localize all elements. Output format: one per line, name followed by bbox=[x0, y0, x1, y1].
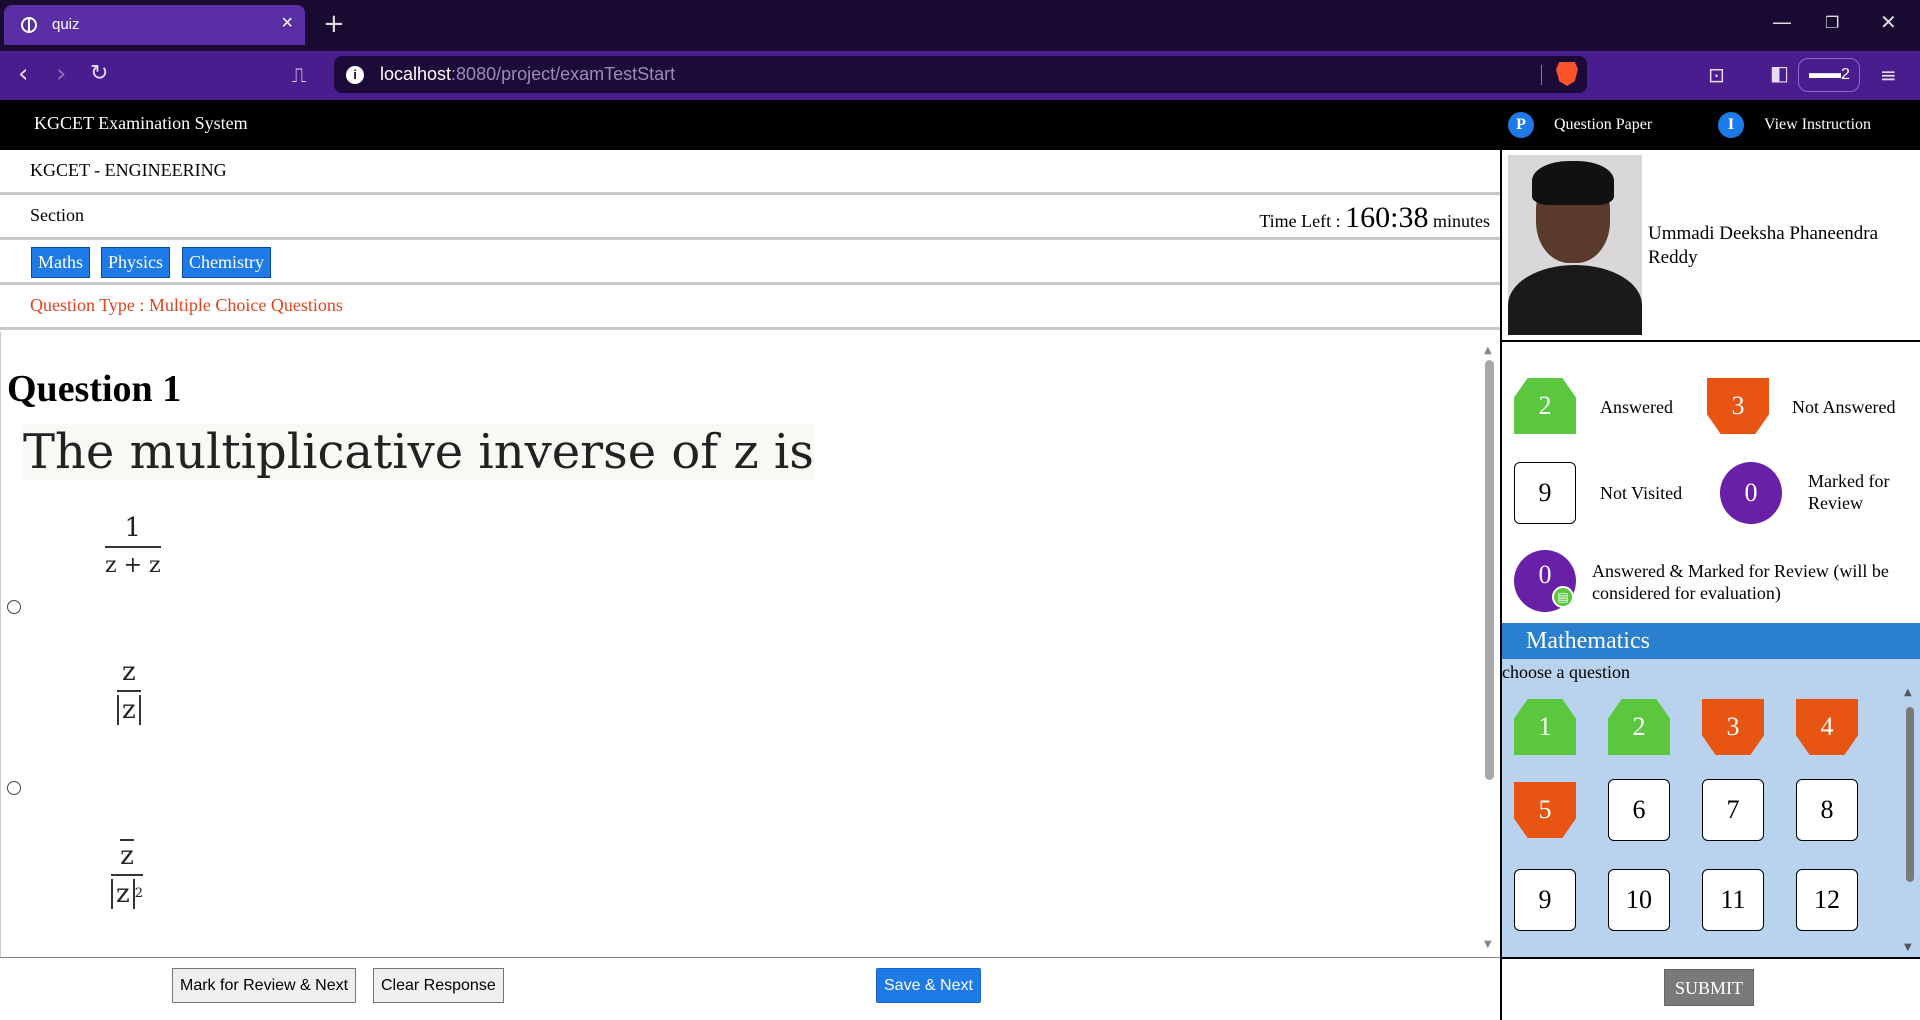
screenshot-icon[interactable]: ⊡ bbox=[1708, 63, 1725, 87]
exam-name: KGCET - ENGINEERING bbox=[30, 160, 227, 180]
mark-review-next-button[interactable]: Mark for Review & Next bbox=[172, 968, 357, 1003]
app-title: KGCET Examination System bbox=[34, 113, 248, 133]
answered-marked-legend-icon: 0 ▤ bbox=[1514, 550, 1576, 612]
palette-question-9[interactable]: 9 bbox=[1514, 869, 1576, 931]
candidate-name: Ummadi Deeksha Phaneendra Reddy bbox=[1648, 223, 1879, 268]
palette-question-5[interactable]: 5 bbox=[1514, 782, 1576, 838]
choose-question-label: choose a question bbox=[1502, 662, 1630, 682]
question-paper-icon: P bbox=[1508, 112, 1534, 138]
globe-icon bbox=[21, 17, 37, 33]
status-panel: Ummadi Deeksha Phaneendra Reddy 2 Answer… bbox=[1500, 150, 1920, 1020]
palette-question-10[interactable]: 10 bbox=[1608, 869, 1670, 931]
bookmark-icon[interactable]: ⎍ bbox=[292, 63, 306, 87]
brave-shield-icon[interactable] bbox=[1556, 62, 1578, 86]
time-left-value: 160:38 bbox=[1345, 201, 1429, 234]
answered-check-icon: ▤ bbox=[1552, 586, 1574, 608]
palette-subject: Mathematics bbox=[1502, 623, 1920, 659]
close-window-icon[interactable]: ✕ bbox=[1880, 10, 1897, 34]
close-tab-icon[interactable]: × bbox=[281, 12, 293, 35]
forward-icon[interactable]: › bbox=[56, 59, 66, 89]
section-label: Section bbox=[30, 205, 84, 225]
option-2-fraction: z z bbox=[117, 656, 141, 726]
question-title: Question 1 bbox=[7, 368, 182, 410]
status-legend: 2 Answered 3 Not Answered 9 Not Visited … bbox=[1502, 340, 1920, 623]
question-text: The multiplicative inverse of z is bbox=[23, 424, 814, 480]
tab-maths[interactable]: Maths bbox=[30, 246, 91, 279]
option-3-fraction: z z2 bbox=[111, 839, 143, 910]
glasses-icon: ▬▬ bbox=[1809, 65, 1841, 82]
url-divider bbox=[1541, 65, 1542, 85]
answered-legend-icon: 2 bbox=[1514, 378, 1576, 434]
answered-legend-label: Answered bbox=[1600, 397, 1673, 417]
answered-marked-legend-label: Answered & Marked for Review (will be co… bbox=[1592, 561, 1889, 603]
option-1-radio[interactable] bbox=[7, 600, 21, 614]
not-visited-legend-label: Not Visited bbox=[1600, 483, 1683, 503]
marked-review-legend-icon: 0 bbox=[1720, 462, 1782, 524]
scroll-down-icon[interactable]: ▼ bbox=[1484, 939, 1492, 950]
site-info-icon[interactable]: i bbox=[346, 66, 364, 84]
palette-scroll-down-icon[interactable]: ▼ bbox=[1904, 942, 1912, 953]
marked-review-legend-label: Marked for Review bbox=[1808, 471, 1890, 513]
palette-scrollbar[interactable]: ▲ ▼ bbox=[1902, 687, 1918, 953]
app-header: KGCET Examination System P Question Pape… bbox=[0, 100, 1920, 150]
subject-tabs-row: Maths Physics Chemistry bbox=[0, 240, 1500, 285]
candidate-photo bbox=[1508, 155, 1642, 335]
time-left: Time Left : 160:38 minutes bbox=[1259, 201, 1490, 234]
palette-scroll-thumb[interactable] bbox=[1906, 707, 1914, 882]
url-text: localhost:8080/project/examTestStart bbox=[380, 64, 676, 84]
not-answered-legend-icon: 3 bbox=[1707, 378, 1769, 434]
instruction-icon: I bbox=[1718, 112, 1744, 138]
not-visited-legend-icon: 9 bbox=[1514, 462, 1576, 524]
palette-question-12[interactable]: 12 bbox=[1796, 869, 1858, 931]
palette-question-3[interactable]: 3 bbox=[1702, 699, 1764, 755]
vpn-count: 2 bbox=[1841, 66, 1850, 83]
option-2-radio[interactable] bbox=[7, 781, 21, 795]
option-1-fraction: 1 z + z bbox=[105, 513, 161, 578]
scroll-up-icon[interactable]: ▲ bbox=[1484, 345, 1492, 356]
question-type: Question Type : Multiple Choice Question… bbox=[30, 295, 343, 315]
exam-name-row: KGCET - ENGINEERING bbox=[0, 150, 1500, 195]
question-area: Question 1 The multiplicative inverse of… bbox=[0, 332, 1500, 957]
minimize-icon[interactable]: — bbox=[1772, 10, 1792, 34]
action-bar: Mark for Review & Next Clear Response Sa… bbox=[0, 957, 1500, 1020]
browser-nav-bar: ‹ › ↻ ⎍ i localhost:8080/project/examTes… bbox=[0, 51, 1920, 100]
palette-question-6[interactable]: 6 bbox=[1608, 779, 1670, 841]
question-palette: choose a question 1 2 3 4 5 6 7 8 9 10 1… bbox=[1502, 659, 1920, 957]
not-answered-legend-label: Not Answered bbox=[1792, 397, 1896, 417]
palette-question-1[interactable]: 1 bbox=[1514, 699, 1576, 755]
submit-button[interactable]: SUBMIT bbox=[1664, 969, 1754, 1006]
palette-question-11[interactable]: 11 bbox=[1702, 869, 1764, 931]
clear-response-button[interactable]: Clear Response bbox=[373, 968, 504, 1003]
browser-tab-bar: quiz × + — ❐ ✕ bbox=[0, 0, 1920, 51]
view-instruction-label: View Instruction bbox=[1764, 116, 1872, 133]
question-paper-label: Question Paper bbox=[1554, 116, 1653, 133]
palette-question-2[interactable]: 2 bbox=[1608, 699, 1670, 755]
reload-icon[interactable]: ↻ bbox=[90, 61, 108, 86]
section-row: Section Time Left : 160:38 minutes bbox=[0, 195, 1500, 240]
palette-scroll-up-icon[interactable]: ▲ bbox=[1904, 687, 1912, 698]
palette-question-8[interactable]: 8 bbox=[1796, 779, 1858, 841]
back-icon[interactable]: ‹ bbox=[18, 59, 28, 89]
save-next-button[interactable]: Save & Next bbox=[876, 968, 981, 1003]
address-bar[interactable]: i localhost:8080/project/examTestStart bbox=[334, 56, 1587, 93]
restore-icon[interactable]: ❐ bbox=[1825, 13, 1839, 32]
tab-title: quiz bbox=[52, 16, 80, 33]
submit-area: SUBMIT bbox=[1502, 957, 1920, 1020]
question-type-row: Question Type : Multiple Choice Question… bbox=[0, 285, 1500, 330]
menu-icon[interactable]: ≡ bbox=[1880, 63, 1897, 87]
tab-physics[interactable]: Physics bbox=[99, 246, 172, 279]
palette-question-4[interactable]: 4 bbox=[1796, 699, 1858, 755]
scroll-thumb[interactable] bbox=[1485, 360, 1494, 780]
new-tab-button[interactable]: + bbox=[323, 9, 345, 39]
vpn-pill[interactable]: ▬▬ 2 bbox=[1798, 58, 1860, 92]
question-scrollbar[interactable]: ▲ ▼ bbox=[1482, 345, 1496, 950]
sidebar-toggle-icon[interactable]: ◧ bbox=[1770, 61, 1789, 85]
browser-tab[interactable]: quiz × bbox=[4, 5, 305, 45]
tab-chemistry[interactable]: Chemistry bbox=[181, 246, 272, 279]
palette-question-7[interactable]: 7 bbox=[1702, 779, 1764, 841]
